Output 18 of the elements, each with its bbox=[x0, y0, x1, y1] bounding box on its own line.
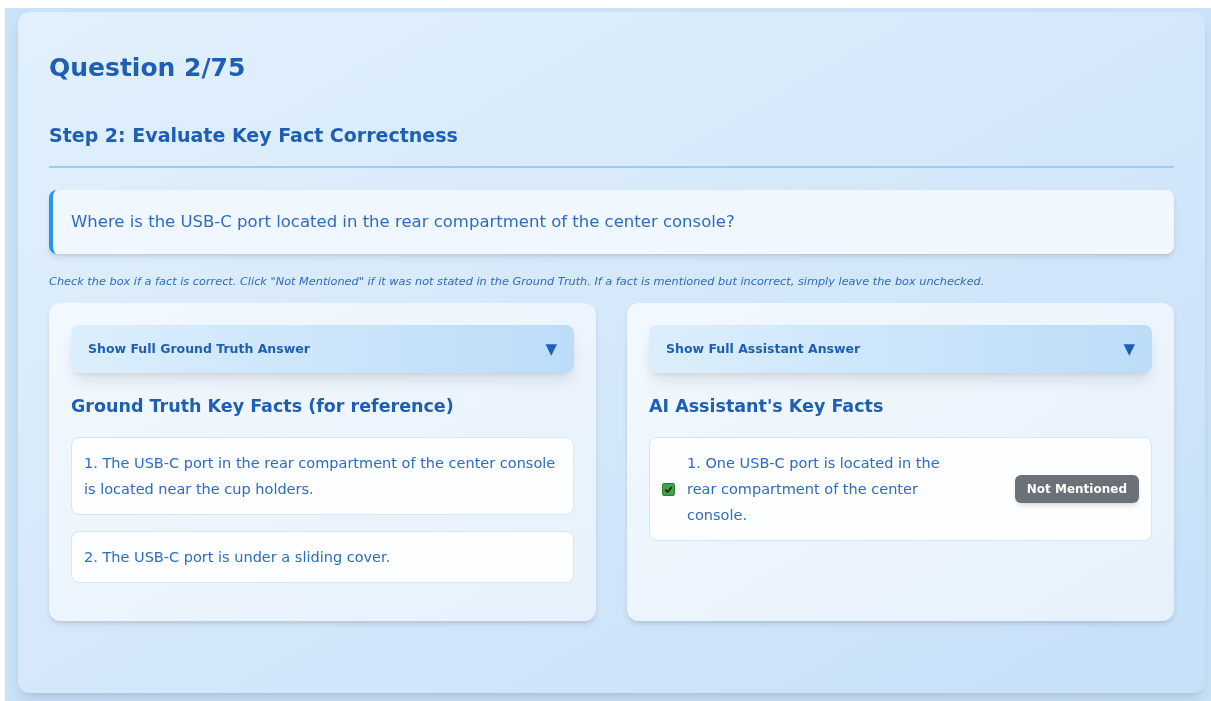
toggle-button[interactable]: Show Full Assistant Answer ▼ bbox=[649, 324, 1152, 373]
instructions-text: Check the box if a fact is correct. Click "Not Mentioned" if it was not stated in the Ground Truth. If a fact is mentioned but incorrect, simply leave the box unchecked. bbox=[49, 274, 986, 290]
not-mentioned-button[interactable]: Not Mentioned bbox=[1014, 475, 1139, 504]
checkbox[interactable] bbox=[662, 482, 675, 496]
section-heading: AI Assistant's Key Facts bbox=[649, 394, 885, 418]
step-title: Step 2: Evaluate Key Fact Correctness bbox=[49, 123, 459, 148]
dropdown-arrow-icon: ▼ bbox=[545, 337, 557, 361]
fact-card: 2. The USB-C port is under a sliding cover. bbox=[71, 531, 574, 584]
fact-card: 1. The USB-C port in the rear compartment of the center console is located near the cup holders. bbox=[71, 437, 574, 516]
question-title: Question 2/75 bbox=[49, 52, 247, 84]
fact-text: 1. One USB-C port is located in the rear compartment of the center console. bbox=[687, 454, 941, 526]
question-box: Where is the USB-C port located in the rear compartment of the center console? bbox=[49, 190, 1174, 254]
section-heading: Ground Truth Key Facts (for reference) bbox=[71, 394, 455, 418]
toggle-label: Show Full Assistant Answer bbox=[666, 339, 861, 358]
toggle-label: Show Full Ground Truth Answer bbox=[88, 339, 310, 358]
toggle-button[interactable]: Show Full Ground Truth Answer ▼ bbox=[71, 324, 574, 373]
dropdown-arrow-icon: ▼ bbox=[1123, 337, 1135, 361]
check-icon bbox=[664, 484, 673, 494]
